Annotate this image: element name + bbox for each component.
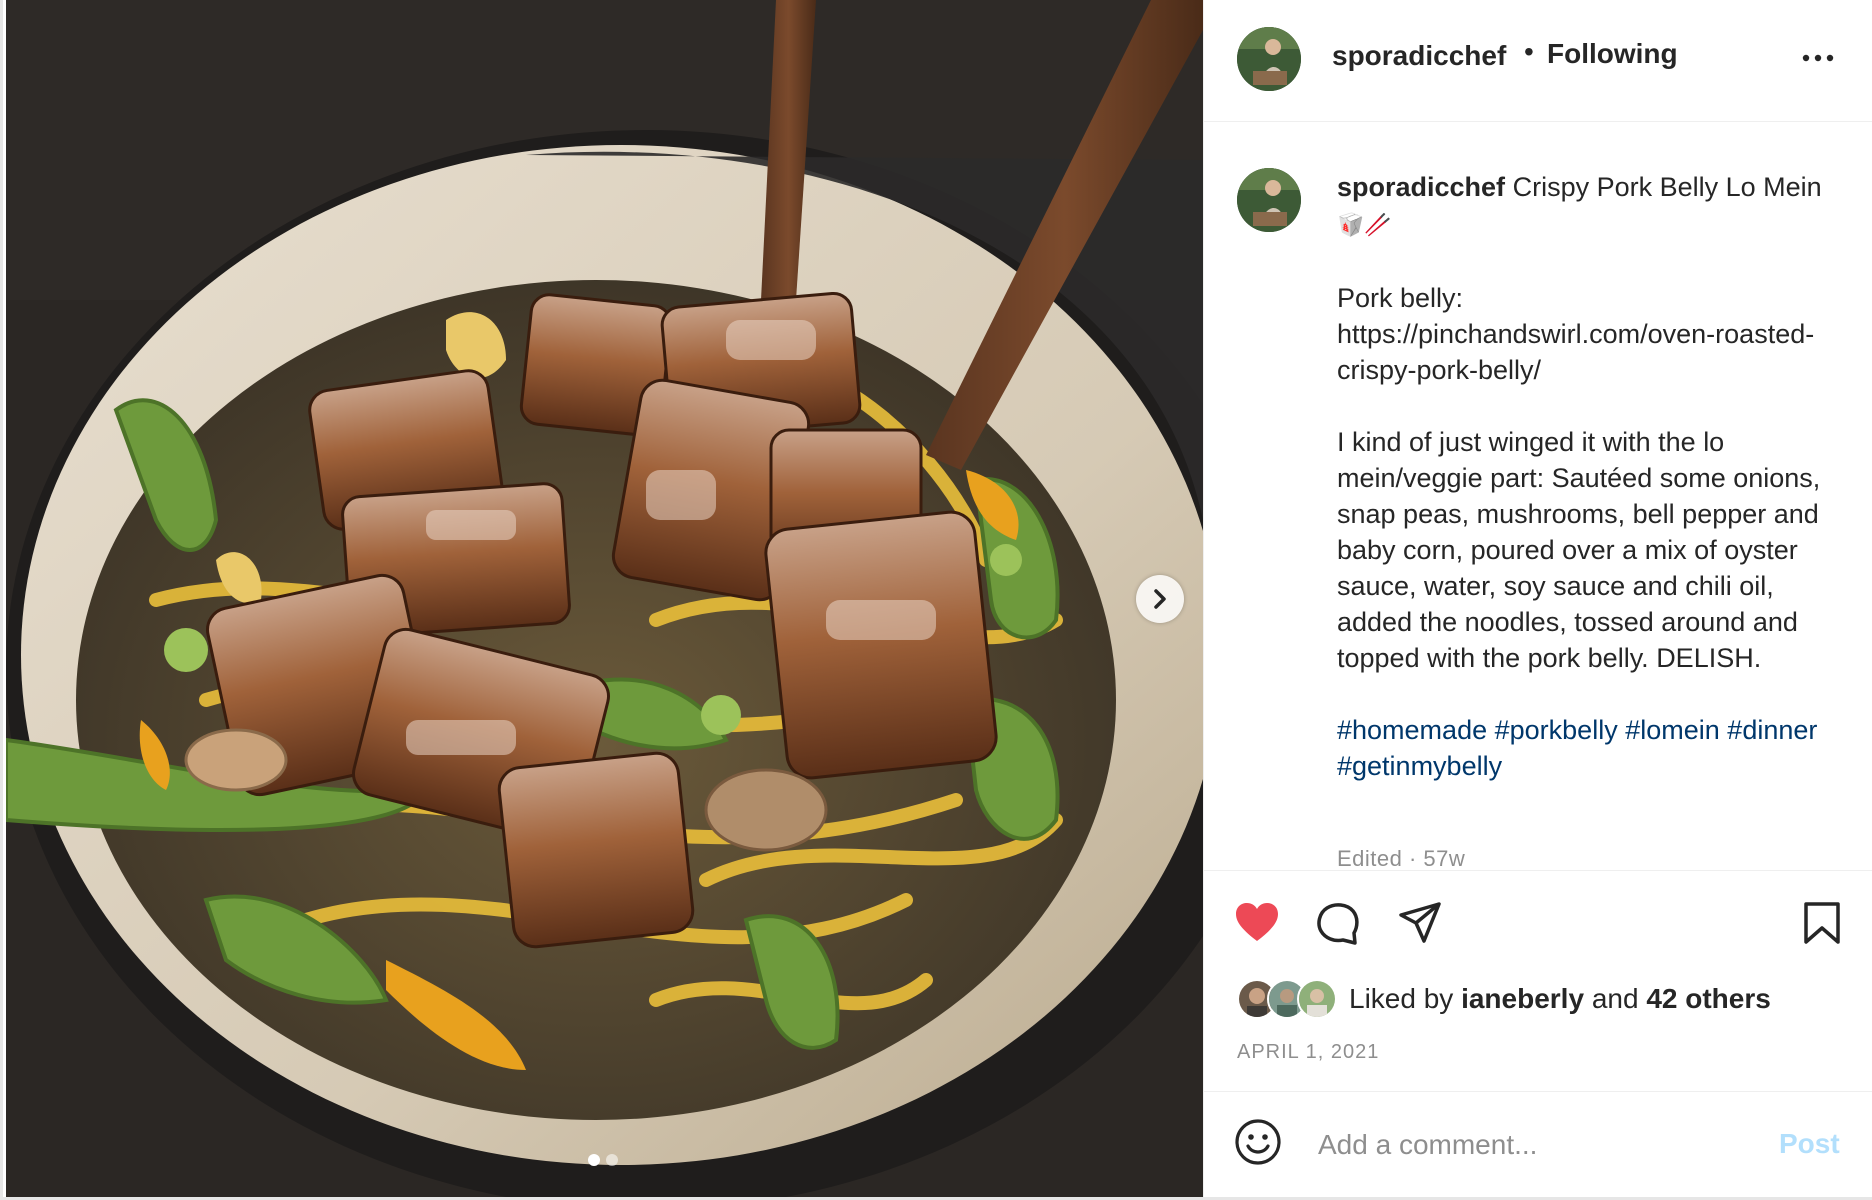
food-photo: [6, 0, 1203, 1197]
hashtag-link[interactable]: #getinmybelly: [1337, 751, 1502, 781]
comment-composer: Post: [1204, 1091, 1872, 1198]
hashtag-list: #homemade #porkbelly #lomein #dinner #ge…: [1337, 712, 1847, 784]
avatar[interactable]: [1237, 27, 1301, 91]
likes-others[interactable]: 42 others: [1646, 983, 1771, 1014]
caption-title: Crispy Pork Belly Lo Mein: [1512, 172, 1822, 202]
caption-link-label: Pork belly:: [1337, 283, 1464, 313]
next-slide-button[interactable]: [1136, 575, 1184, 623]
carousel-indicator: [588, 1154, 618, 1166]
carousel-dot: [606, 1154, 618, 1166]
profile-photo: [1237, 168, 1301, 232]
hashtag-link[interactable]: #porkbelly: [1495, 715, 1618, 745]
post-modal: sporadicchef • Following sporadicchef Cr…: [0, 0, 1872, 1200]
header-username[interactable]: sporadicchef: [1332, 40, 1506, 72]
post-caption: sporadicchef Crispy Pork Belly Lo Mein 🥡…: [1337, 169, 1847, 820]
heart-icon: [1236, 903, 1278, 941]
caption-username[interactable]: sporadicchef: [1337, 172, 1505, 202]
following-button[interactable]: Following: [1547, 38, 1678, 70]
header-separator: •: [1524, 36, 1534, 67]
hashtag-link[interactable]: #lomein: [1625, 715, 1720, 745]
caption-section: sporadicchef Crispy Pork Belly Lo Mein 🥡…: [1204, 122, 1872, 870]
caption-link: https://pinchandswirl.com/oven-roasted-c…: [1337, 319, 1815, 385]
hashtag-link[interactable]: #homemade: [1337, 715, 1487, 745]
paper-plane-icon: [1399, 902, 1441, 943]
share-button[interactable]: [1398, 901, 1442, 950]
likes-joiner: and: [1591, 983, 1639, 1014]
profile-photo: [1237, 27, 1301, 91]
liker-avatar: [1297, 979, 1337, 1019]
chevron-right-icon: [1154, 589, 1166, 609]
likes-prefix: Liked by: [1349, 983, 1454, 1014]
caption-body: I kind of just winged it with the lo mei…: [1337, 427, 1821, 673]
comment-bubble-icon: [1317, 903, 1359, 945]
hashtag-link[interactable]: #dinner: [1727, 715, 1817, 745]
more-horizontal-icon: [1802, 54, 1834, 62]
avatar[interactable]: [1237, 168, 1301, 232]
more-options-button[interactable]: [1798, 44, 1838, 72]
caption-emoji: 🥡🥢: [1337, 213, 1392, 238]
post-sidebar: sporadicchef • Following sporadicchef Cr…: [1203, 0, 1872, 1197]
liker-username[interactable]: ianeberly: [1461, 983, 1584, 1014]
carousel-dot-active: [588, 1154, 600, 1166]
post-header: sporadicchef • Following: [1204, 0, 1872, 122]
save-button[interactable]: [1802, 901, 1842, 950]
post-image[interactable]: [6, 0, 1203, 1197]
action-section: Liked by ianeberly and 42 others APRIL 1…: [1204, 870, 1872, 1091]
like-button[interactable]: [1234, 901, 1280, 948]
emoji-picker-button[interactable]: [1234, 1118, 1282, 1171]
post-date: APRIL 1, 2021: [1237, 1041, 1380, 1063]
smiley-icon: [1235, 1119, 1281, 1165]
liker-photo: [1299, 981, 1335, 1017]
edited-timestamp: Edited · 57w: [1337, 846, 1466, 870]
comment-button[interactable]: [1316, 901, 1360, 950]
bookmark-icon: [1804, 902, 1840, 944]
post-comment-button[interactable]: Post: [1779, 1128, 1840, 1160]
likes-summary[interactable]: Liked by ianeberly and 42 others: [1237, 979, 1771, 1019]
likes-text: Liked by ianeberly and 42 others: [1349, 983, 1771, 1015]
comment-input[interactable]: [1316, 1124, 1760, 1166]
